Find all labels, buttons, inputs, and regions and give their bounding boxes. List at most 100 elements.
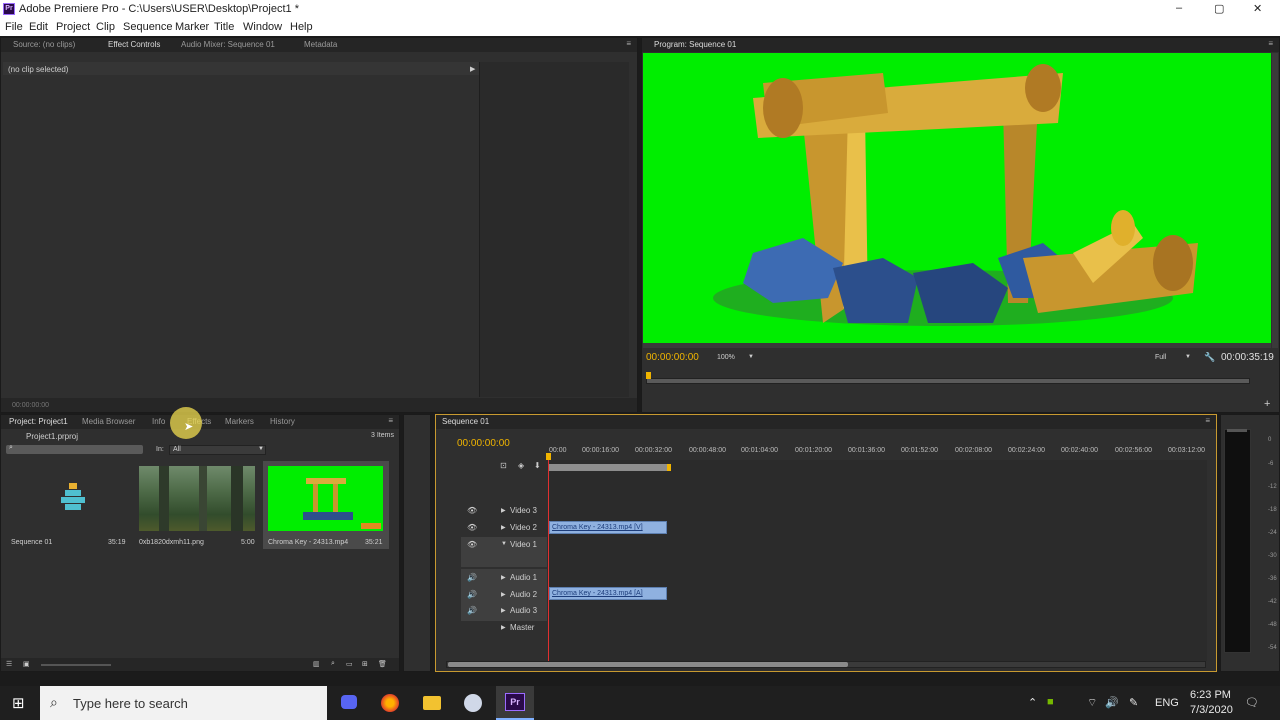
monitor-scrub-bar[interactable] [646,378,1250,384]
monitor-hscroll[interactable] [643,343,1271,348]
menu-clip[interactable]: Clip [96,21,115,33]
clock-date[interactable]: 7/3/2020 [1190,704,1233,716]
eye-icon[interactable]: 👁 [467,523,477,532]
tab-sequence-01[interactable]: Sequence 01 [442,417,489,426]
expand-arrow-icon[interactable]: ▶ [501,574,506,581]
chevron-down-icon[interactable]: ▼ [1185,354,1191,360]
language-indicator[interactable]: ENG [1155,697,1179,709]
list-view-icon[interactable]: ☰ [6,660,12,668]
wrench-icon[interactable]: 🔧 [1204,352,1215,363]
new-item-icon[interactable]: ⊞ [362,660,368,668]
panel-menu-icon[interactable]: ≡ [1205,416,1210,425]
work-area-bar[interactable] [549,464,670,471]
expand-arrow-icon[interactable]: ▶ [501,607,506,614]
file-explorer-icon[interactable] [423,696,441,710]
vu-scale-label: -12 [1268,484,1277,490]
in-filter-select[interactable] [169,445,266,455]
work-area-end[interactable] [667,464,671,471]
effect-controls-footer [1,398,637,412]
project-search-input[interactable] [6,445,143,454]
timeline-playhead-line[interactable] [548,455,549,661]
speaker-icon[interactable]: 🔊 [467,590,477,599]
automate-icon[interactable]: ▥ [313,660,320,668]
trash-icon[interactable]: 🗑 [378,660,387,668]
snip-tool-icon[interactable] [464,694,482,712]
zoom-slider[interactable] [41,664,111,666]
eye-icon[interactable]: 👁 [467,540,477,549]
clock-time[interactable]: 6:23 PM [1190,689,1231,701]
timeline-hscroll-thumb[interactable] [448,662,848,667]
expand-arrow-icon[interactable]: ▶ [470,65,475,73]
nvidia-icon[interactable]: ■ [1047,696,1054,708]
project-item-count: 3 Items [371,432,394,439]
notifications-icon[interactable]: 🗨 [1245,696,1259,709]
tab-markers[interactable]: Markers [225,417,254,426]
quality-select[interactable]: Full [1155,354,1166,361]
add-marker-icon[interactable]: ⬇ [534,461,541,470]
project-item-forest-image[interactable]: 0xb1820dxmh11.png 5:00 [136,463,261,549]
volume-icon[interactable]: 🔊 [1105,696,1119,709]
chevron-down-icon[interactable]: ▼ [748,354,754,360]
menu-help[interactable]: Help [290,21,313,33]
find-icon[interactable]: ⌕ [331,660,335,668]
menu-bar: File Edit Project Clip Sequence Marker T… [0,19,1280,36]
tab-source[interactable]: Source: (no clips) [13,40,75,49]
speaker-icon[interactable]: 🔊 [467,606,477,615]
windows-start-icon[interactable]: ⊞ [12,694,25,712]
tab-history[interactable]: History [270,417,295,426]
tab-project[interactable]: Project: Project1 [9,417,68,426]
show-hidden-icons[interactable]: ⌃ [1028,696,1037,709]
tab-media-browser[interactable]: Media Browser [82,417,135,426]
pen-icon[interactable]: ✎ [1129,696,1138,709]
video-clip[interactable]: Chroma Key - 24313.mp4 [V] [549,521,667,534]
add-button-icon[interactable]: + [1264,398,1270,410]
monitor-playhead[interactable] [646,372,651,379]
ruler-tick: 00:00 [549,447,567,454]
tab-program[interactable]: Program: Sequence 01 [654,40,736,49]
tab-audio-mixer[interactable]: Audio Mixer: Sequence 01 [181,40,275,49]
audio-clip[interactable]: Chroma Key - 24313.mp4 [A] [549,587,667,600]
timeline-playhead-head[interactable] [546,453,551,460]
timeline-timecode[interactable]: 00:00:00:00 [457,438,510,449]
expand-arrow-icon[interactable]: ▶ [501,591,506,598]
eye-icon[interactable]: 👁 [467,506,477,515]
ruler-tick: 00:00:16:00 [582,447,619,454]
project-item-sequence[interactable]: Sequence 01 35:19 [6,463,131,549]
menu-title[interactable]: Title [214,21,234,33]
project-item-chroma-key[interactable]: Chroma Key - 24313.mp4 35:21 [263,461,389,549]
panel-menu-icon[interactable]: ≡ [626,39,631,48]
icon-view-icon[interactable]: ▣ [23,660,30,668]
minimize-button[interactable]: – [1176,2,1182,14]
close-button[interactable]: ✕ [1253,2,1262,15]
speaker-icon[interactable]: 🔊 [467,573,477,582]
panel-menu-icon[interactable]: ≡ [1268,39,1273,48]
expand-arrow-icon[interactable]: ▶ [501,624,506,631]
tab-effect-controls[interactable]: Effect Controls [108,40,160,49]
tab-info[interactable]: Info [152,417,165,426]
monitor-vscroll[interactable] [1272,53,1278,348]
marker-icon[interactable]: ◈ [518,461,524,470]
maximize-button[interactable]: ▢ [1214,2,1224,15]
firefox-icon[interactable] [381,694,399,712]
collapse-arrow-icon[interactable]: ▼ [501,541,507,547]
menu-file[interactable]: File [5,21,23,33]
audio-meter-bar [1224,429,1251,653]
menu-project[interactable]: Project [56,21,90,33]
panel-menu-icon[interactable]: ≡ [388,416,393,425]
tab-metadata[interactable]: Metadata [304,40,337,49]
menu-edit[interactable]: Edit [29,21,48,33]
program-current-timecode[interactable]: 00:00:00:00 [646,352,699,363]
network-icon[interactable]: ⌔ [1087,696,1097,710]
menu-marker[interactable]: Marker [175,21,209,33]
zoom-select[interactable]: 100% [717,354,735,361]
chevron-down-icon: ▼ [258,446,264,452]
new-bin-icon[interactable]: ▭ [346,660,353,668]
expand-arrow-icon[interactable]: ▶ [501,524,506,531]
discord-icon[interactable] [341,695,357,709]
ruler-tick: 00:03:12:00 [1168,447,1205,454]
expand-arrow-icon[interactable]: ▶ [501,507,506,514]
item-name: 0xb1820dxmh11.png [139,539,204,546]
snap-icon[interactable]: ⊡ [500,461,507,470]
menu-sequence[interactable]: Sequence [123,21,173,33]
menu-window[interactable]: Window [243,21,282,33]
